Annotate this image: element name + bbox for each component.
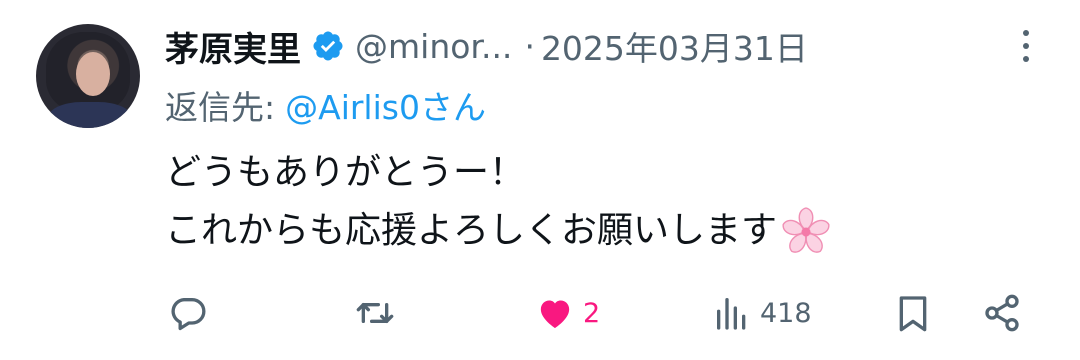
reply-prefix: 返信先: (165, 88, 276, 127)
views-count: 418 (760, 297, 812, 329)
views-icon (717, 298, 746, 330)
retweet-button[interactable] (355, 288, 403, 338)
reply-button[interactable] (168, 288, 216, 338)
views-button[interactable]: 418 (712, 288, 812, 338)
like-count: 2 (583, 297, 601, 329)
verified-badge-icon (311, 29, 345, 63)
reply-target-link[interactable]: @Airlis0さん (285, 81, 486, 129)
separator-dot: · (524, 26, 535, 66)
like-button[interactable]: 2 (535, 288, 600, 338)
cherry-blossom-emoji-icon (779, 204, 833, 258)
avatar[interactable] (36, 24, 140, 128)
reply-context: 返信先: @Airlis0さん (165, 82, 486, 128)
bookmark-icon (899, 296, 927, 332)
share-icon (985, 294, 1019, 332)
tweet-date[interactable]: 2025年03月31日 (541, 22, 808, 70)
heart-icon (540, 300, 570, 328)
tweet-line: どうもありがとうー！ (165, 152, 526, 193)
tweet-line-text: これからも応援よろしくお願いします (165, 210, 778, 251)
more-options-icon[interactable] (1014, 30, 1038, 62)
tweet-header: 茅原実里 @minor... · 2025年03月31日 (165, 18, 808, 74)
bookmark-button[interactable] (893, 288, 933, 338)
retweet-icon (356, 303, 394, 323)
reply-icon (171, 298, 206, 331)
share-button[interactable] (982, 288, 1022, 338)
author-name[interactable]: 茅原実里 (165, 22, 301, 71)
action-bar: 2 418 (0, 288, 1080, 338)
tweet-text: どうもありがとうー！ これからも応援よろしくお願いします (165, 144, 833, 260)
author-handle[interactable]: @minor... (355, 27, 512, 66)
tweet-line-2: これからも応援よろしくお願いします (165, 202, 833, 260)
